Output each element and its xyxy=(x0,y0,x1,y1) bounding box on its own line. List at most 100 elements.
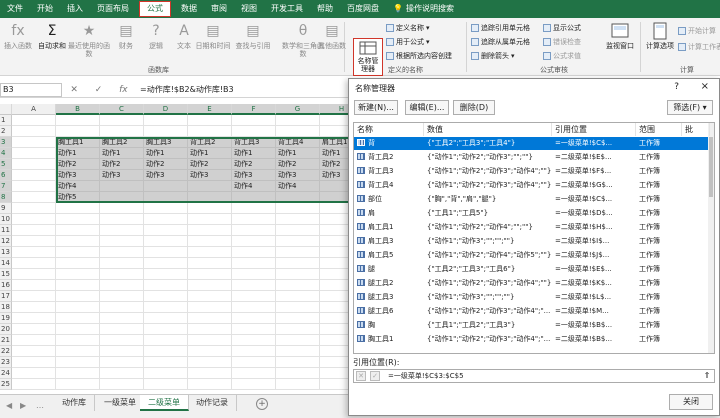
grid-cell[interactable]: 背工具4 xyxy=(276,137,320,148)
grid-cell[interactable] xyxy=(144,269,188,280)
grid-cell[interactable]: 动作2 xyxy=(188,159,232,170)
menu-item-7[interactable]: 视图 xyxy=(234,0,264,18)
grid-cell[interactable] xyxy=(12,379,56,390)
grid-cell[interactable] xyxy=(144,181,188,192)
grid-cell[interactable] xyxy=(232,302,276,313)
grid-cell[interactable] xyxy=(56,247,100,258)
grid-cell[interactable] xyxy=(232,236,276,247)
use-in-formula-button[interactable]: 用于公式 ▾ xyxy=(386,37,430,47)
grid-cell[interactable] xyxy=(276,346,320,357)
grid-cell[interactable] xyxy=(100,335,144,346)
grid-cell[interactable] xyxy=(276,236,320,247)
grid-cell[interactable] xyxy=(100,280,144,291)
grid-cell[interactable] xyxy=(232,313,276,324)
grid-cell[interactable] xyxy=(56,368,100,379)
grid-cell[interactable] xyxy=(144,313,188,324)
grid-cell[interactable] xyxy=(12,137,56,148)
cancel-ref-icon[interactable]: ✕ xyxy=(356,371,366,381)
grid-cell[interactable] xyxy=(12,346,56,357)
grid-cell[interactable] xyxy=(56,258,100,269)
grid-cell[interactable] xyxy=(56,203,100,214)
grid-cell[interactable] xyxy=(100,258,144,269)
row-header-12[interactable]: 12 xyxy=(0,236,12,247)
grid-cell[interactable] xyxy=(188,357,232,368)
grid-cell[interactable] xyxy=(144,126,188,137)
close-icon[interactable]: × xyxy=(701,81,709,92)
trace-precedents-button[interactable]: 追踪引用单元格 xyxy=(471,23,530,33)
tab-next-icon[interactable]: ▶ xyxy=(20,401,26,410)
grid-cell[interactable]: 背工具3 xyxy=(232,137,276,148)
row-header-3[interactable]: 3 xyxy=(0,137,12,148)
grid-cell[interactable] xyxy=(56,269,100,280)
row-header-25[interactable]: 25 xyxy=(0,379,12,390)
name-list-row[interactable]: 背 {"工具2";"工具3";"工具4"} =一级菜单!$C$... 工作簿 xyxy=(354,137,710,150)
grid-cell[interactable] xyxy=(276,379,320,390)
grid-cell[interactable]: 动作1 xyxy=(144,148,188,159)
ref-field[interactable]: ✕ ✓ =一级菜单!$C$3:$C$5 ⇑ xyxy=(353,369,715,383)
tab-more-icon[interactable]: … xyxy=(36,401,44,410)
grid-cell[interactable] xyxy=(12,324,56,335)
grid-cell[interactable] xyxy=(188,379,232,390)
grid-cell[interactable] xyxy=(144,302,188,313)
names-list[interactable]: 胸工具1 {"动作1";"动作2";"动作3";"动作4";"... =二级菜单!$… xyxy=(353,122,715,354)
evaluate-formula-button[interactable]: 公式求值 xyxy=(543,51,581,61)
row-header-21[interactable]: 21 xyxy=(0,335,12,346)
list-column-header-2[interactable]: 引用位置 xyxy=(552,123,636,136)
list-column-header-1[interactable]: 数值 xyxy=(424,123,552,136)
row-header-6[interactable]: 6 xyxy=(0,170,12,181)
grid-cell[interactable] xyxy=(276,357,320,368)
grid-cell[interactable] xyxy=(144,379,188,390)
grid-cell[interactable] xyxy=(232,203,276,214)
name-list-row[interactable]: 背工具2 {"动作1";"动作2";"动作3";"";""} =二级菜单!$E$..… xyxy=(354,151,710,164)
grid-cell[interactable] xyxy=(144,225,188,236)
grid-cell[interactable] xyxy=(100,181,144,192)
row-header-9[interactable]: 9 xyxy=(0,203,12,214)
name-list-row[interactable]: 背工具4 {"动作1";"动作2";"动作3";"动作4";""} =二级菜单!$G… xyxy=(354,179,710,192)
name-list-row[interactable]: 部位 {"胸","背","肩","腿"} =一级菜单!$C$... 工作簿 xyxy=(354,193,710,206)
grid-cell[interactable]: 动作2 xyxy=(100,159,144,170)
grid-cell[interactable]: 动作3 xyxy=(232,170,276,181)
grid-cell[interactable]: 动作2 xyxy=(56,159,100,170)
edit-name-button[interactable]: 编辑(E)... xyxy=(405,100,449,115)
grid-cell[interactable] xyxy=(276,115,320,126)
grid-cell[interactable]: 动作3 xyxy=(56,170,100,181)
menu-item-5[interactable]: 数据 xyxy=(174,0,204,18)
calc-sheet-button[interactable]: 计算工作表 xyxy=(678,42,720,52)
ribbon-button-6[interactable]: ▤ 日期和时间 xyxy=(192,22,234,50)
grid-cell[interactable] xyxy=(56,115,100,126)
ribbon-button-3[interactable]: ▤ 财务 xyxy=(110,22,142,50)
add-sheet-button[interactable]: + xyxy=(256,398,268,410)
grid-cell[interactable]: 胸工具2 xyxy=(100,137,144,148)
grid-cell[interactable] xyxy=(12,335,56,346)
grid-cell[interactable] xyxy=(12,357,56,368)
grid-cell[interactable] xyxy=(232,346,276,357)
scroll-thumb[interactable] xyxy=(709,137,713,197)
filter-button[interactable]: 筛选(F) ▾ xyxy=(667,100,713,115)
name-manager-button[interactable]: 名称管理器 xyxy=(353,38,383,76)
menu-item-9[interactable]: 帮助 xyxy=(310,0,340,18)
column-header-A[interactable]: A xyxy=(12,104,56,115)
grid-cell[interactable] xyxy=(100,302,144,313)
select-all-corner[interactable] xyxy=(0,104,12,115)
define-name-button[interactable]: 定义名称 ▾ xyxy=(386,23,430,33)
grid-cell[interactable] xyxy=(12,291,56,302)
grid-cell[interactable]: 胸工具3 xyxy=(144,137,188,148)
grid-cell[interactable] xyxy=(188,258,232,269)
grid-cell[interactable]: 动作4 xyxy=(276,181,320,192)
grid-cell[interactable]: 动作3 xyxy=(188,170,232,181)
insert-function-icon[interactable]: fx xyxy=(119,85,128,95)
sheet-tab-1[interactable]: 一级菜单 xyxy=(96,395,145,411)
grid-cell[interactable] xyxy=(232,280,276,291)
grid-cell[interactable]: 动作5 xyxy=(56,192,100,203)
grid-cell[interactable] xyxy=(276,313,320,324)
grid-cell[interactable] xyxy=(276,280,320,291)
grid-cell[interactable] xyxy=(12,269,56,280)
grid-cell[interactable] xyxy=(144,291,188,302)
grid-cell[interactable] xyxy=(12,368,56,379)
grid-cell[interactable] xyxy=(188,181,232,192)
grid-cell[interactable] xyxy=(188,115,232,126)
row-header-20[interactable]: 20 xyxy=(0,324,12,335)
grid-cell[interactable] xyxy=(188,225,232,236)
grid-cell[interactable] xyxy=(12,236,56,247)
row-header-16[interactable]: 16 xyxy=(0,280,12,291)
